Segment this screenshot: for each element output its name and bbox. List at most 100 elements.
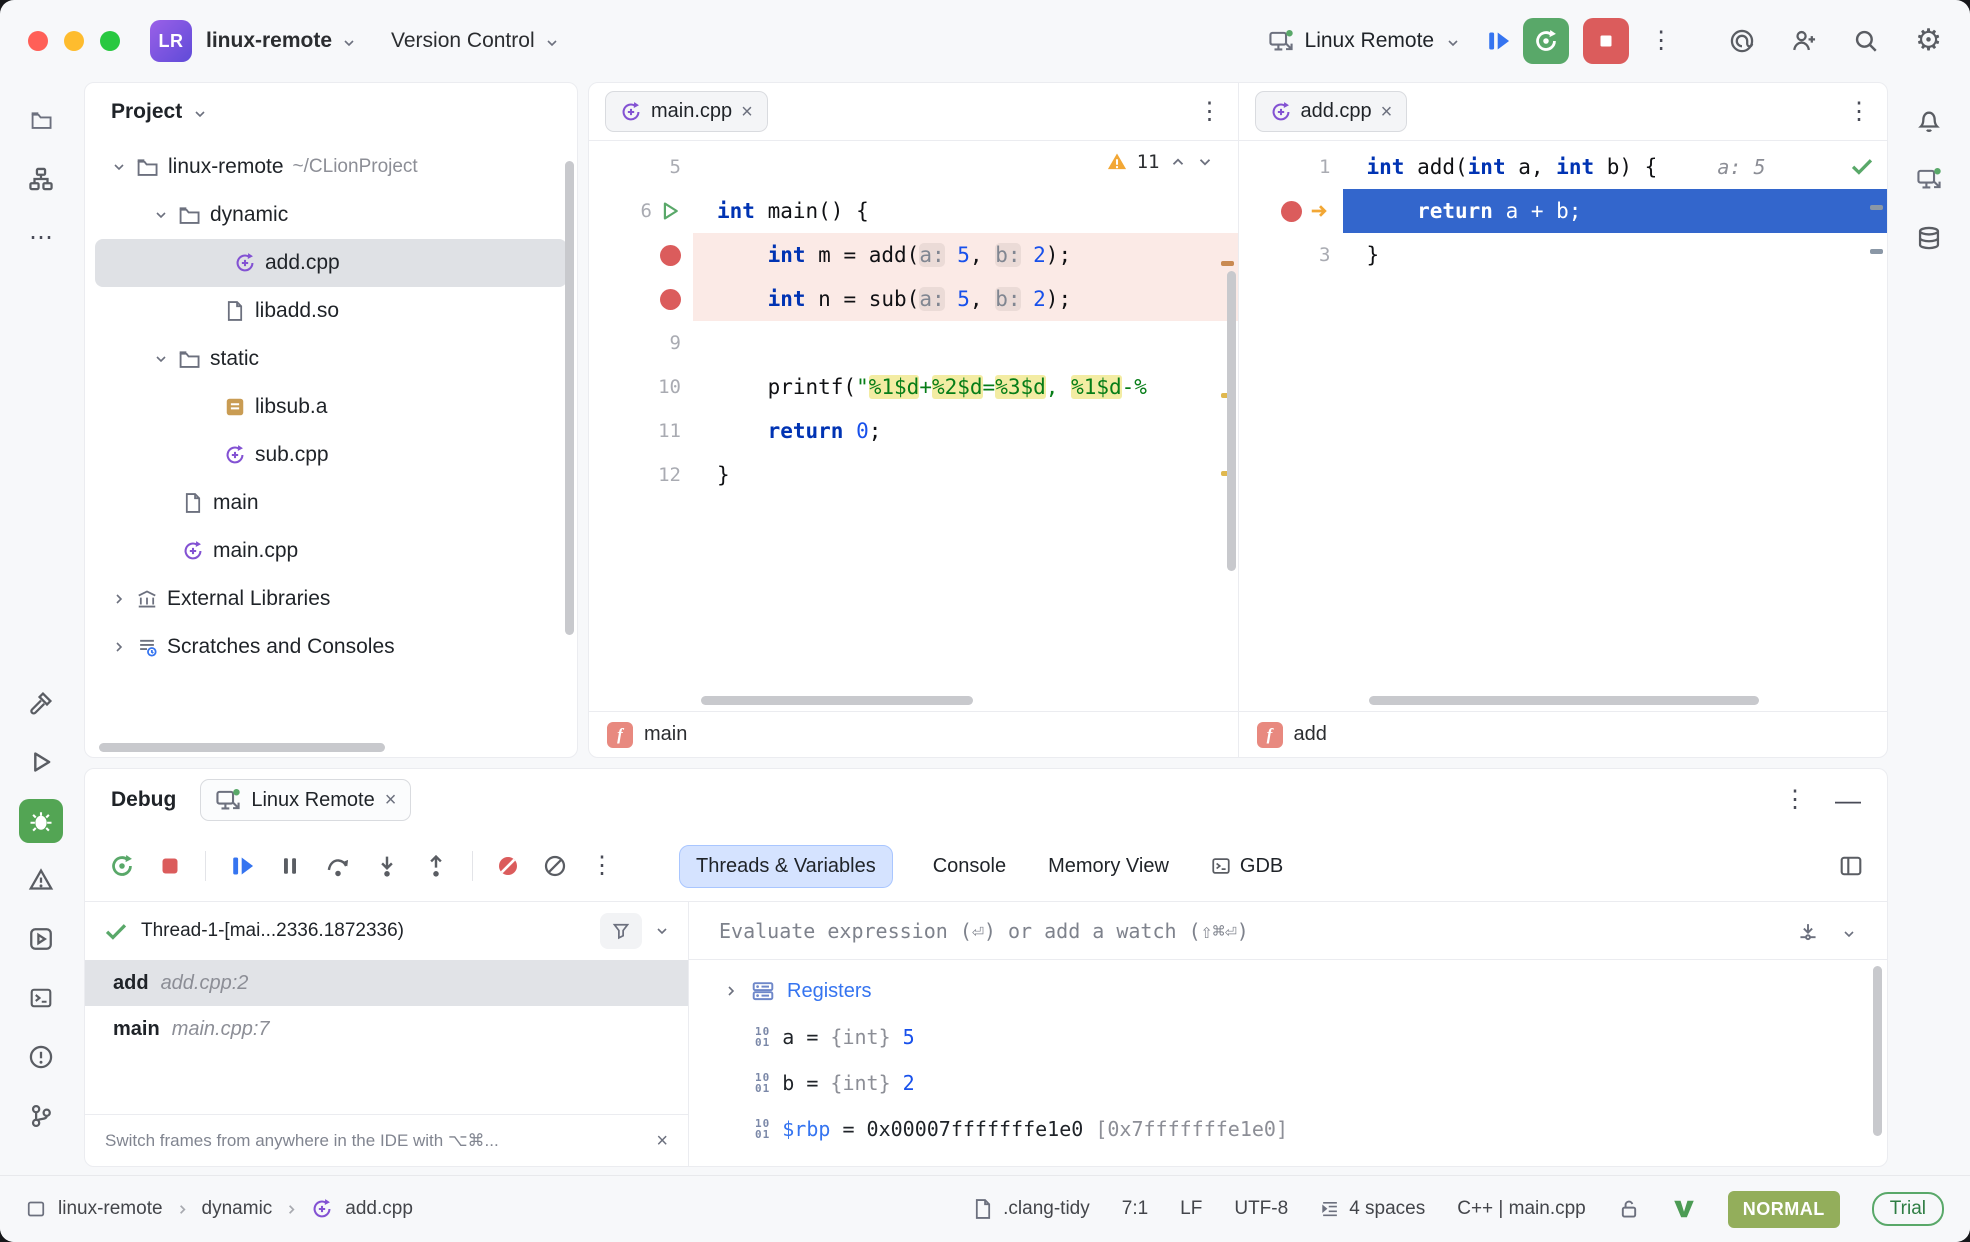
step-over-button[interactable] xyxy=(325,853,351,879)
code-line[interactable]: 9 xyxy=(589,321,1238,365)
inspection-widget[interactable]: 11 xyxy=(1106,151,1214,173)
evaluate-expression-input[interactable]: Evaluate expression (⏎) or add a watch (… xyxy=(719,919,1249,943)
project-horizontal-scrollbar[interactable] xyxy=(99,743,385,752)
code-line[interactable]: 12} xyxy=(589,453,1238,497)
tree-chevron-icon[interactable] xyxy=(153,207,169,223)
code-line[interactable]: int n = sub(a: 5, b: 2); xyxy=(589,277,1238,321)
debug-tab-console[interactable]: Console xyxy=(931,846,1008,887)
ideavim-icon[interactable] xyxy=(1672,1197,1696,1221)
tree-chevron-icon[interactable] xyxy=(111,159,127,175)
vcs-menu[interactable]: Version Control xyxy=(391,29,560,53)
debug-tab-threads-variables[interactable]: Threads & Variables xyxy=(679,845,893,888)
project-tree-item-scratches-and-consoles[interactable]: Scratches and Consoles xyxy=(85,623,577,671)
license-badge[interactable]: Trial xyxy=(1872,1192,1944,1226)
analysis-mark[interactable] xyxy=(1221,261,1234,266)
watch-options-icon[interactable] xyxy=(1797,920,1819,942)
variables-group-registers[interactable]: Registers xyxy=(689,968,1887,1014)
remote-development-icon[interactable] xyxy=(1907,157,1951,201)
layout-settings-icon[interactable] xyxy=(1839,854,1863,878)
code-text[interactable]: int main() { xyxy=(693,189,1238,233)
variables-scrollbar[interactable] xyxy=(1873,966,1882,1136)
close-window-button[interactable] xyxy=(28,31,48,51)
editor-horizontal-scrollbar[interactable] xyxy=(701,696,973,705)
code-editor-add[interactable]: 1int add(int a, int b) {a: 5 return a + … xyxy=(1239,141,1888,711)
tab-main-cpp[interactable]: main.cpp × xyxy=(605,91,768,132)
editor-gutter[interactable]: 1 xyxy=(1239,145,1343,189)
run-line-icon[interactable] xyxy=(659,200,681,222)
project-avatar[interactable]: LR xyxy=(150,20,192,62)
code-line[interactable]: 11 return 0; xyxy=(589,409,1238,453)
code-text[interactable] xyxy=(693,321,1238,365)
analysis-mark[interactable] xyxy=(1870,249,1883,254)
resume-button[interactable] xyxy=(229,853,255,879)
search-everywhere-icon[interactable] xyxy=(1853,28,1879,54)
restart-debug-button[interactable] xyxy=(1523,18,1569,64)
mute-breakpoints-button[interactable] xyxy=(496,854,520,878)
structure-toolwindow-icon[interactable] xyxy=(19,157,63,201)
project-tree-item-static[interactable]: static xyxy=(85,335,577,383)
code-text[interactable]: return a + b; xyxy=(1343,189,1888,233)
git-toolwindow-icon[interactable] xyxy=(19,1094,63,1138)
prev-problem-icon[interactable] xyxy=(1169,153,1187,171)
vim-mode-badge[interactable]: NORMAL xyxy=(1728,1191,1840,1228)
caret-position-widget[interactable]: 7:1 xyxy=(1122,1198,1148,1220)
project-tree-item-main[interactable]: main xyxy=(85,479,577,527)
close-session-icon[interactable]: × xyxy=(385,790,397,810)
hide-values-button[interactable] xyxy=(543,854,567,878)
editor-tab-options-icon[interactable]: ⋮ xyxy=(1847,100,1871,124)
thread-selector[interactable]: Thread-1-[mai...2336.1872336) xyxy=(141,920,404,942)
crumb-project[interactable]: linux-remote xyxy=(58,1198,163,1220)
minimize-window-button[interactable] xyxy=(64,31,84,51)
code-text[interactable]: } xyxy=(693,453,1238,497)
close-tab-icon[interactable]: × xyxy=(741,102,753,122)
zoom-window-button[interactable] xyxy=(100,31,120,51)
project-tree-item-dynamic[interactable]: dynamic xyxy=(85,191,577,239)
editor-tab-options-icon[interactable]: ⋮ xyxy=(1198,100,1222,124)
tree-chevron-icon[interactable] xyxy=(153,351,169,367)
dismiss-hint-icon[interactable]: × xyxy=(656,1131,668,1151)
code-text[interactable]: } xyxy=(1343,233,1888,277)
code-text[interactable]: int add(int a, int b) {a: 5 xyxy=(1343,145,1888,189)
services-toolwindow-icon[interactable] xyxy=(19,917,63,961)
tree-chevron-icon[interactable] xyxy=(723,983,739,999)
chevron-down-icon[interactable] xyxy=(654,923,670,939)
code-text[interactable]: int m = add(a: 5, b: 2); xyxy=(693,233,1238,277)
breakpoint-icon[interactable] xyxy=(660,289,681,310)
code-text[interactable]: return 0; xyxy=(693,409,1238,453)
project-tree-item-libsub-a[interactable]: libsub.a xyxy=(85,383,577,431)
chevron-down-icon[interactable] xyxy=(1841,923,1857,939)
chevron-down-icon[interactable] xyxy=(192,104,208,120)
editor-gutter[interactable]: 3 xyxy=(1239,233,1343,277)
debug-tab-gdb[interactable]: GDB xyxy=(1209,846,1285,887)
crumb-file[interactable]: add.cpp xyxy=(345,1198,413,1220)
stepping-options-icon[interactable]: ⋮ xyxy=(590,854,614,878)
line-separator-widget[interactable]: LF xyxy=(1180,1198,1202,1220)
code-line[interactable]: 3} xyxy=(1239,233,1888,277)
code-editor-main[interactable]: 11 56int main() { int m = add(a: 5, b: 2… xyxy=(589,141,1238,711)
language-widget[interactable]: C++ | main.cpp xyxy=(1457,1198,1586,1220)
encoding-widget[interactable]: UTF-8 xyxy=(1234,1198,1288,1220)
project-tree-item-sub-cpp[interactable]: sub.cpp xyxy=(85,431,577,479)
tab-add-cpp[interactable]: add.cpp × xyxy=(1255,91,1408,132)
hide-panel-icon[interactable]: — xyxy=(1835,787,1861,813)
code-line[interactable]: int m = add(a: 5, b: 2); xyxy=(589,233,1238,277)
tree-chevron-icon[interactable] xyxy=(111,591,127,607)
debug-session-tab[interactable]: Linux Remote × xyxy=(200,779,411,821)
stack-frame-main[interactable]: mainmain.cpp:7 xyxy=(85,1006,688,1052)
stack-frame-add[interactable]: addadd.cpp:2 xyxy=(85,960,688,1006)
filter-frames-button[interactable] xyxy=(600,913,642,949)
stop-process-button[interactable] xyxy=(1583,18,1629,64)
no-problems-check-icon[interactable] xyxy=(1849,153,1875,179)
terminal-toolwindow-icon[interactable] xyxy=(19,976,63,1020)
analysis-mark[interactable] xyxy=(1870,205,1883,210)
project-switcher[interactable]: linux-remote xyxy=(206,29,357,53)
inspections-toolwindow-icon[interactable] xyxy=(19,1035,63,1079)
project-tree-item-add-cpp[interactable]: add.cpp xyxy=(95,239,567,287)
editor-vertical-scrollbar[interactable] xyxy=(1227,271,1236,571)
register-rbp[interactable]: 1001$rbp = 0x00007fffffffe1e0 [0x7ffffff… xyxy=(689,1106,1887,1152)
code-line[interactable]: return a + b; xyxy=(1239,189,1888,233)
editor-gutter[interactable] xyxy=(1239,189,1343,233)
code-line[interactable]: 6int main() { xyxy=(589,189,1238,233)
editor-gutter[interactable]: 11 xyxy=(589,409,693,453)
ai-assistant-icon[interactable] xyxy=(1729,28,1755,54)
